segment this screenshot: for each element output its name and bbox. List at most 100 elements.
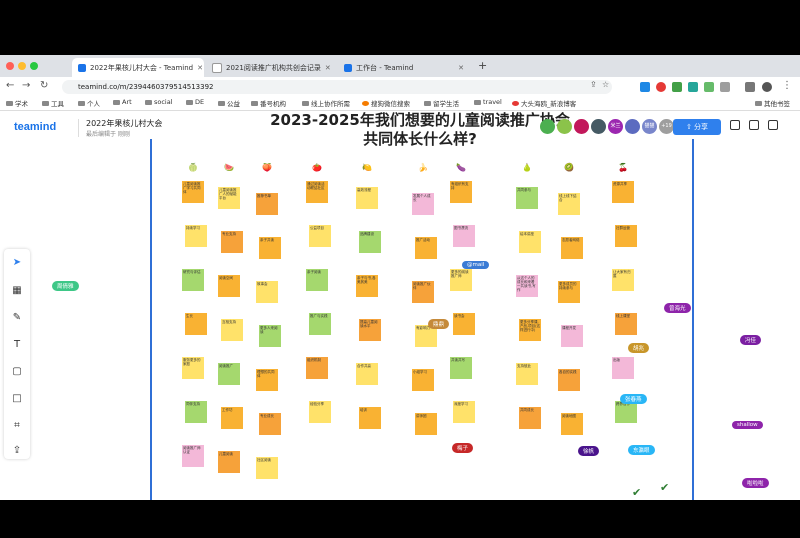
sticky-note[interactable]: 阅读地图 (561, 413, 583, 435)
sticky-note[interactable]: 讲师团 (415, 413, 437, 435)
tab-workspace[interactable]: 工作台 - Teamind ✕ (338, 58, 470, 77)
sticky-note[interactable]: 组织机制 (306, 357, 328, 379)
avatar[interactable] (540, 119, 555, 134)
bookmark-folder[interactable]: 线上协作所需 (302, 98, 350, 108)
extensions-puzzle-icon[interactable] (745, 82, 755, 92)
other-bookmarks[interactable]: 其他书签 (755, 98, 790, 108)
sticky-note[interactable]: 有组织有支持 (450, 181, 472, 203)
sticky-note[interactable]: 提高儿童阅读水平 (359, 319, 381, 341)
reload-icon[interactable]: ↻ (40, 80, 48, 91)
new-tab-icon[interactable]: + (478, 59, 487, 72)
bookmark-folder[interactable]: 个人 (78, 98, 100, 108)
extension-icon[interactable] (704, 82, 714, 92)
extension-icon[interactable] (688, 82, 698, 92)
avatar[interactable] (625, 119, 640, 134)
present-icon[interactable] (730, 120, 740, 130)
sticky-note[interactable]: 发展个人成长 (412, 193, 434, 215)
sticky-note[interactable]: 推荐书单 (256, 193, 278, 215)
extension-icon[interactable] (720, 82, 730, 92)
bookmark-folder[interactable]: DE (186, 98, 204, 106)
bookmark-folder[interactable]: 学术 (6, 98, 28, 108)
sticky-note[interactable]: 培训 (359, 407, 381, 429)
settings-sliders-icon[interactable] (768, 120, 778, 130)
sticky-note[interactable]: 共读共写 (450, 357, 472, 379)
close-tab-icon[interactable]: ✕ (193, 64, 203, 72)
text-icon[interactable]: T (11, 339, 23, 351)
sticky-note[interactable]: 理想的共同体 (256, 369, 278, 391)
outline-icon[interactable] (749, 120, 759, 130)
sticky-note[interactable]: 专业支持 (221, 231, 243, 253)
sticky-note[interactable]: 共同参与 (516, 187, 538, 209)
shape-icon[interactable]: □ (11, 393, 23, 405)
bookmark-folder[interactable]: 公益 (218, 98, 240, 108)
frame-icon[interactable]: ⌗ (11, 420, 23, 432)
sticky-note[interactable]: 出版 (612, 357, 634, 379)
sticky-note[interactable]: 绘本讲座 (519, 231, 541, 253)
sticky-note[interactable]: 亲子共读 (259, 237, 281, 259)
sticky-note[interactable]: 共同成长 (519, 407, 541, 429)
sticky-note[interactable]: 亲子阅读 (306, 269, 328, 291)
sticky-note[interactable]: 深度学习 (453, 401, 475, 423)
bookmark-link[interactable]: 搜狗微信搜索 (362, 98, 410, 108)
teamind-logo[interactable]: teamind (14, 121, 56, 133)
sticky-note[interactable]: 故事会 (256, 281, 278, 303)
sticky-note[interactable]: 互相支持 (221, 319, 243, 341)
back-icon[interactable]: ← (6, 80, 14, 91)
bookmark-folder[interactable]: 工具 (42, 98, 64, 108)
sticky-note[interactable]: 同伴支持 (185, 401, 207, 423)
avatar[interactable]: 猫猫 (642, 119, 657, 134)
sticky-note[interactable]: 小组学习 (412, 369, 434, 391)
extension-icon[interactable] (672, 82, 682, 92)
sticky-note[interactable]: 推广与实践 (309, 313, 331, 335)
sticky-note[interactable]: 阅读推广伙伴 (412, 281, 434, 303)
sticky-note[interactable]: 阅读推广师认证 (182, 445, 204, 467)
sticky-note-icon[interactable]: ▢ (11, 366, 23, 378)
close-tab-icon[interactable]: ✕ (321, 64, 331, 72)
sticky-note[interactable]: 课程开发 (561, 325, 583, 347)
menu-icon[interactable]: ⋮ (782, 80, 792, 91)
sticky-note[interactable]: 让大家有归属 (612, 269, 634, 291)
avatar[interactable] (591, 119, 606, 134)
minimize-window-icon[interactable] (18, 62, 26, 70)
sticky-note[interactable]: 图书漂流 (453, 225, 475, 247)
sticky-note[interactable]: 公益项目 (309, 225, 331, 247)
bookmark-star-icon[interactable]: ☆ (602, 80, 609, 89)
sticky-note[interactable]: 合作共赢 (356, 363, 378, 385)
sticky-note[interactable]: 更多人来阅读 (259, 325, 281, 347)
close-tab-icon[interactable]: ✕ (454, 64, 464, 72)
bookmark-folder[interactable]: 番号机构 (251, 98, 286, 108)
sticky-note[interactable]: 服务更多的家庭 (182, 357, 204, 379)
sticky-note[interactable]: 研究与评估 (182, 269, 204, 291)
pen-icon[interactable]: ✎ (11, 312, 23, 324)
sticky-note[interactable]: 推广活动 (415, 237, 437, 259)
sticky-note[interactable]: 持续学习 (185, 225, 207, 247)
sticky-note[interactable]: 跨界合作 (615, 401, 637, 423)
tab-record[interactable]: 2021阅读推广机构共创会记录 ✕ (206, 58, 336, 77)
sticky-note[interactable]: 亲子与书,各美其美 (356, 275, 378, 297)
upload-icon[interactable]: ⇪ (11, 445, 23, 457)
sticky-note[interactable]: 更多成员的持续参与 (558, 281, 580, 303)
sticky-note[interactable]: 支持彼此 (516, 363, 538, 385)
sticky-note[interactable]: 儿童阅读推广人的赋能平台 (218, 187, 240, 209)
sticky-note[interactable]: 儿童阅读推广学习共同体 (182, 181, 204, 203)
bookmark-folder[interactable]: Art (113, 98, 132, 106)
sticky-note[interactable]: 社群运营 (615, 225, 637, 247)
extension-icon[interactable] (640, 82, 650, 92)
bookmark-folder[interactable]: 留学生活 (424, 98, 459, 108)
bookmark-folder[interactable]: social (145, 98, 173, 106)
sticky-note[interactable]: 儿童阅读 (218, 451, 240, 473)
address-bar[interactable]: teamind.co/m/2394460379514513392 (62, 80, 612, 94)
sticky-note[interactable]: 各自的实践 (558, 369, 580, 391)
forward-icon[interactable]: → (22, 80, 30, 91)
sticky-note[interactable]: 线上课堂 (615, 313, 637, 335)
tab-teamind-board[interactable]: 2022年果核儿村大会 - Teamind ✕ (72, 58, 204, 77)
bookmark-folder[interactable]: travel (474, 98, 502, 106)
sticky-note[interactable]: 志愿者网络 (561, 237, 583, 259)
sticky-note[interactable]: 工作坊 (221, 407, 243, 429)
close-window-icon[interactable] (6, 62, 14, 70)
doc-title[interactable]: 2022年果核儿村大会 (86, 118, 162, 129)
sticky-note[interactable]: 从这个人的成长和来看一共读书,写作 (516, 275, 538, 297)
share-button[interactable]: ⇧ 分享 (673, 119, 721, 135)
template-icon[interactable]: ▦ (11, 285, 23, 297)
sticky-note[interactable]: 专业成长 (259, 413, 281, 435)
